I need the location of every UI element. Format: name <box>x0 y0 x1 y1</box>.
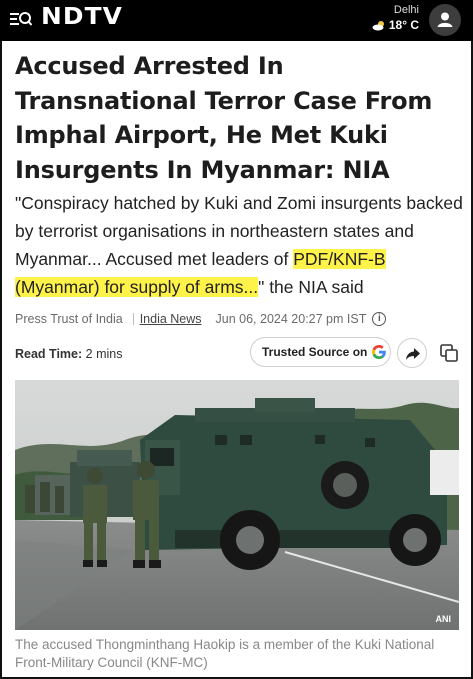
menu-search-icon[interactable] <box>10 9 32 29</box>
trusted-source-label: Trusted Source on <box>262 345 368 359</box>
weather-temperature: 18° C <box>388 18 419 32</box>
info-icon[interactable]: i <box>372 312 387 326</box>
weather-widget[interactable]: Delhi 18° C <box>372 4 419 32</box>
article-category-link[interactable]: India News <box>140 312 202 326</box>
photo-caption: The accused Thongminthang Haokip is a me… <box>15 637 435 670</box>
site-logo[interactable]: NDTV <box>41 4 123 30</box>
site-header: NDTV Delhi 18° C <box>0 0 473 41</box>
google-icon <box>372 345 387 359</box>
article-summary: "Conspiracy hatched by Kuki and Zomi ins… <box>15 189 465 301</box>
article-photo[interactable]: ANI <box>15 380 459 630</box>
trusted-source-button[interactable]: Trusted Source on <box>250 337 391 367</box>
read-time-value: 2 mins <box>85 347 123 361</box>
article-source: Press Trust of India <box>15 312 123 326</box>
article-headline: Accused Arrested In Transnational Terror… <box>15 52 433 184</box>
meta-divider <box>132 313 134 325</box>
user-icon <box>437 12 453 27</box>
user-avatar-button[interactable] <box>429 4 461 36</box>
weather-city: Delhi <box>393 4 419 16</box>
photo-armored-vehicle-scene <box>15 380 459 630</box>
cloud-sun-icon <box>372 20 384 30</box>
summary-text-end: " the NIA said <box>258 277 364 297</box>
share-icon <box>406 348 420 360</box>
read-time: Read Time: 2 mins <box>15 347 122 361</box>
read-time-label: Read Time: <box>15 347 83 361</box>
article-date: Jun 06, 2024 20:27 pm IST <box>215 312 367 326</box>
summary-text: "Conspiracy hatched by Kuki and Zomi ins… <box>15 193 463 269</box>
photo-credit: ANI <box>435 614 452 624</box>
share-button[interactable] <box>397 338 427 368</box>
article-meta: Press Trust of India India News Jun 06, … <box>15 312 387 326</box>
copy-icon[interactable] <box>438 342 460 364</box>
